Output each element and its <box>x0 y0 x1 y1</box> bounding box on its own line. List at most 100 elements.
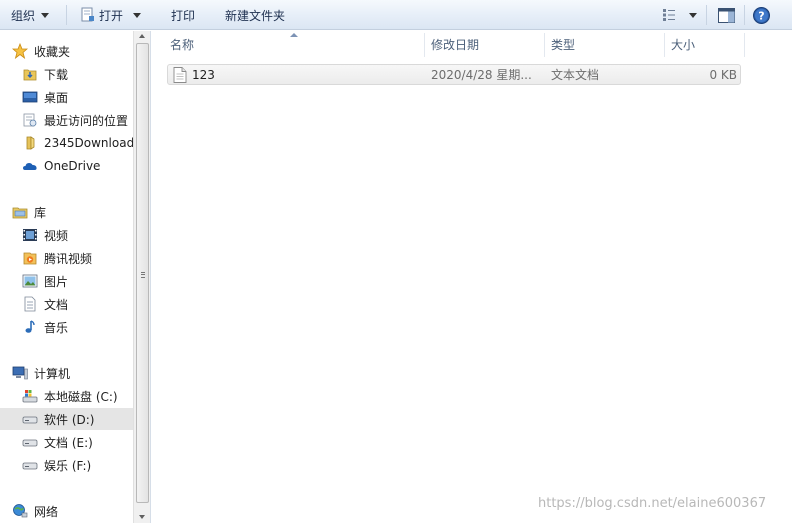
folder-icon <box>26 136 35 150</box>
nav-item-drive-c[interactable]: 本地磁盘 (C:) <box>22 385 133 407</box>
nav-item-downloads[interactable]: 下载 <box>22 63 133 85</box>
nav-header-label: 库 <box>34 205 47 220</box>
nav-item-pictures[interactable]: 图片 <box>22 270 133 292</box>
document-icon <box>24 296 36 312</box>
file-modified-cell: 2020/4/28 星期... <box>431 65 532 84</box>
command-bar: 组织 打开 打印 新建文件夹 ? <box>0 0 792 30</box>
change-view-button[interactable] <box>662 0 697 30</box>
column-header-label: 修改日期 <box>431 37 480 52</box>
watermark: https://blog.csdn.net/elaine600367 <box>538 496 767 511</box>
column-divider[interactable] <box>664 33 665 57</box>
column-header-name[interactable]: 名称 <box>170 31 425 57</box>
help-button[interactable]: ? <box>753 0 770 30</box>
column-divider[interactable] <box>744 33 745 57</box>
recent-places-icon <box>23 113 37 127</box>
nav-computer-header[interactable]: 计算机 <box>12 362 133 384</box>
open-label: 打开 <box>99 8 124 23</box>
scroll-down-icon[interactable] <box>139 515 145 519</box>
grip-icon <box>141 272 145 278</box>
scroll-up-icon[interactable] <box>139 34 145 38</box>
drive-icon <box>22 462 38 470</box>
nav-item-drive-d[interactable]: 软件 (D:) <box>0 408 133 430</box>
table-row[interactable]: 123 2020/4/28 星期... 文本文档 0 KB <box>167 64 741 85</box>
nav-item-label: 图片 <box>44 274 69 289</box>
new-folder-button[interactable]: 新建文件夹 <box>225 0 285 30</box>
chevron-down-icon <box>41 12 50 18</box>
nav-item-label: 文档 <box>44 297 69 312</box>
new-folder-label: 新建文件夹 <box>225 8 286 23</box>
file-size-cell: 0 KB <box>709 65 737 84</box>
preview-pane-icon <box>718 7 735 23</box>
file-list: 名称 修改日期 类型 大小 123 2020/4/28 星期... 文本文档 0… <box>151 31 792 523</box>
computer-icon <box>12 366 28 380</box>
view-list-icon <box>663 9 675 21</box>
chevron-down-icon <box>133 12 142 18</box>
nav-item-label: 下载 <box>44 67 69 82</box>
cloud-icon <box>23 163 37 170</box>
open-icon <box>81 7 94 22</box>
nav-item-label: 2345Downloads <box>44 136 133 150</box>
video-icon <box>23 229 37 241</box>
nav-item-recent-places[interactable]: 最近访问的位置 <box>22 109 133 131</box>
file-size: 0 KB <box>709 67 737 82</box>
nav-item-videos[interactable]: 视频 <box>22 224 133 246</box>
print-label: 打印 <box>171 8 196 23</box>
column-header-label: 名称 <box>170 37 195 52</box>
toolbar-divider <box>706 5 707 25</box>
nav-network-header[interactable]: 网络 <box>12 500 133 522</box>
column-header-type[interactable]: 类型 <box>551 31 664 57</box>
nav-item-drive-f[interactable]: 娱乐 (F:) <box>22 454 133 476</box>
nav-item-tencent-video[interactable]: 腾讯视频 <box>22 247 133 269</box>
open-button[interactable]: 打开 <box>80 0 142 30</box>
music-icon <box>25 320 35 333</box>
drive-icon <box>22 439 38 447</box>
nav-item-2345downloads[interactable]: 2345Downloads <box>22 132 133 154</box>
organize-button[interactable]: 组织 <box>11 0 50 30</box>
file-name-cell: 123 <box>173 65 215 84</box>
column-header-size[interactable]: 大小 <box>671 31 744 57</box>
scrollbar-thumb[interactable] <box>136 43 149 503</box>
nav-item-label: 腾讯视频 <box>44 251 93 266</box>
navigation-pane: 收藏夹 下载 桌面 最近访问的位置 2345Downloads OneDrive… <box>0 31 150 523</box>
navigation-scrollbar[interactable] <box>133 31 150 523</box>
nav-item-label: 娱乐 (F:) <box>44 458 92 473</box>
chevron-down-icon <box>689 12 697 18</box>
nav-item-label: 文档 (E:) <box>44 435 93 450</box>
nav-item-label: OneDrive <box>44 159 101 173</box>
file-type: 文本文档 <box>551 68 600 82</box>
network-icon <box>13 504 28 518</box>
file-modified: 2020/4/28 星期... <box>431 68 532 82</box>
toolbar-divider <box>744 5 745 25</box>
organize-label: 组织 <box>11 8 36 23</box>
nav-item-onedrive[interactable]: OneDrive <box>22 155 133 177</box>
toolbar-divider <box>66 5 67 25</box>
system-drive-icon <box>22 390 38 403</box>
nav-item-music[interactable]: 音乐 <box>22 316 133 338</box>
nav-favorites-header[interactable]: 收藏夹 <box>12 40 133 62</box>
svg-text:?: ? <box>758 9 764 22</box>
nav-item-label: 软件 (D:) <box>44 412 95 427</box>
print-button[interactable]: 打印 <box>171 0 195 30</box>
column-divider[interactable] <box>544 33 545 57</box>
preview-pane-button[interactable] <box>718 0 735 30</box>
file-name: 123 <box>192 67 215 82</box>
nav-item-label: 桌面 <box>44 90 69 105</box>
downloads-folder-icon <box>23 69 37 81</box>
column-header-label: 类型 <box>551 37 576 52</box>
nav-library-header[interactable]: 库 <box>12 201 133 223</box>
nav-item-label: 最近访问的位置 <box>44 113 129 128</box>
nav-item-documents[interactable]: 文档 <box>22 293 133 315</box>
column-header-modified[interactable]: 修改日期 <box>431 31 545 57</box>
nav-item-label: 视频 <box>44 228 69 243</box>
nav-item-drive-e[interactable]: 文档 (E:) <box>22 431 133 453</box>
nav-header-label: 计算机 <box>34 366 71 381</box>
desktop-icon <box>22 91 38 103</box>
nav-header-label: 网络 <box>34 504 59 519</box>
tencent-video-icon <box>23 252 37 265</box>
drive-icon <box>22 416 38 424</box>
column-divider[interactable] <box>424 33 425 57</box>
text-file-icon <box>173 66 187 83</box>
nav-item-desktop[interactable]: 桌面 <box>22 86 133 108</box>
file-type-cell: 文本文档 <box>551 65 599 84</box>
library-icon <box>12 207 28 219</box>
